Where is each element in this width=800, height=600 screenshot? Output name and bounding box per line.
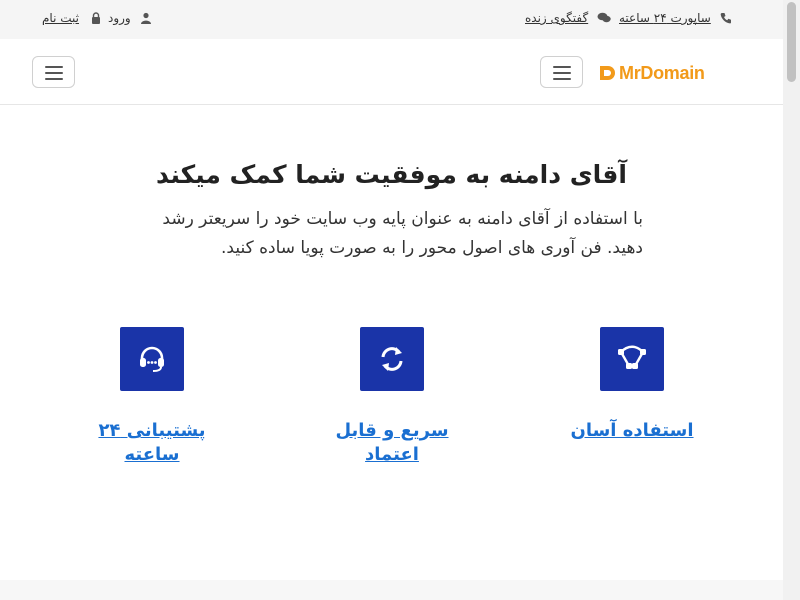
page-scrollbar[interactable] [783, 0, 800, 600]
hero-description: با استفاده از آقای دامنه به عنوان پایه و… [162, 209, 643, 258]
logo-mark-icon [600, 66, 615, 80]
next-section-band [0, 580, 783, 600]
feature-icon-box [120, 327, 184, 391]
sync-icon [381, 347, 403, 371]
live-chat-link[interactable]: گفتگوی زنده [525, 11, 588, 25]
top-bar: ثبت نام ورود گفتگوی زنده ساپورت ۲۴ ساعته [0, 0, 783, 39]
comments-icon [597, 12, 611, 24]
headset-icon [140, 346, 164, 372]
phone-icon [720, 12, 732, 24]
register-link[interactable]: ثبت نام [42, 11, 79, 25]
menu-toggle-button-left[interactable] [32, 56, 75, 88]
support-link[interactable]: ساپورت ۲۴ ساعته [619, 11, 711, 25]
hero-title: آقای دامنه به موفقیت شما کمک میکند [156, 160, 627, 189]
login-link[interactable]: ورود [108, 11, 131, 25]
logo-text: MrDomain [619, 62, 705, 83]
bezier-curve-icon [618, 345, 646, 369]
feature-title-easy-use[interactable]: استفاده آسان [532, 419, 732, 443]
feature-icon-box [360, 327, 424, 391]
page: ثبت نام ورود گفتگوی زنده ساپورت ۲۴ ساعته… [0, 0, 800, 600]
feature-title-fast-reliable[interactable]: سریع و قابل اعتماد [292, 419, 492, 467]
lock-icon [90, 12, 102, 24]
site-header: MrDomain [0, 39, 783, 105]
feature-icon-box [600, 327, 664, 391]
menu-toggle-button-right[interactable] [540, 56, 583, 88]
site-logo[interactable]: MrDomain [599, 62, 705, 84]
feature-title-support[interactable]: پشتیبانی ۲۴ ساعته [52, 419, 252, 467]
scrollbar-thumb[interactable] [787, 2, 796, 82]
user-icon [140, 12, 152, 24]
